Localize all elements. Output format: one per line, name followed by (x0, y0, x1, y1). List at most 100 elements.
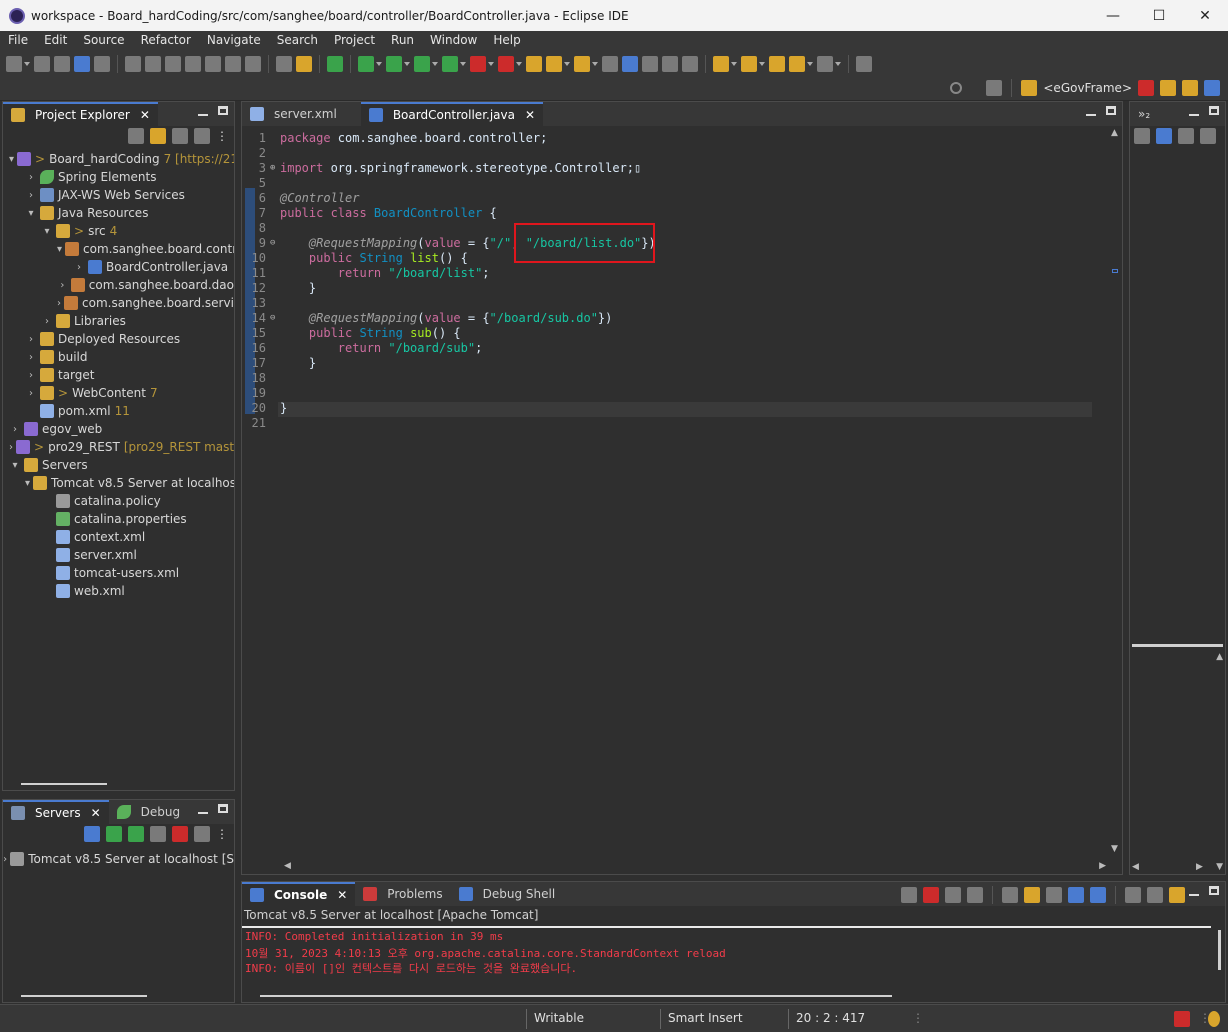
step-into-icon[interactable] (205, 56, 221, 72)
scroll-lock-icon[interactable] (1024, 887, 1040, 903)
expand-icon[interactable]: › (25, 190, 37, 201)
block-selection-icon[interactable] (662, 56, 678, 72)
terminal-icon[interactable] (74, 56, 90, 72)
debug-server-icon[interactable] (106, 826, 122, 842)
tree-item[interactable]: › target (3, 366, 234, 384)
code-line[interactable]: 16 return "/board/sub"; (242, 340, 483, 355)
use-step-filters-icon[interactable] (296, 56, 312, 72)
word-wrap-icon[interactable] (1046, 887, 1062, 903)
expand-icon[interactable]: › (41, 316, 53, 327)
code-line[interactable]: 11 return "/board/list"; (242, 265, 490, 280)
code-line[interactable]: 19 (242, 385, 280, 400)
tab-debug-shell[interactable]: Debug Shell (451, 882, 564, 906)
expand-icon[interactable]: › (25, 388, 37, 399)
tree-item[interactable]: › Spring Elements (3, 168, 234, 186)
minimize-icon[interactable] (1189, 894, 1199, 896)
save-all-icon[interactable] (54, 56, 70, 72)
search-icon[interactable] (950, 82, 963, 94)
tree-item[interactable]: tomcat-users.xml (3, 564, 234, 582)
minimize-icon[interactable] (198, 114, 208, 116)
expand-icon[interactable]: ▾ (41, 226, 53, 237)
minimize-icon[interactable] (1086, 114, 1096, 116)
next-annotation-icon[interactable] (713, 56, 729, 72)
tab-problems[interactable]: Problems (355, 882, 450, 906)
tree-item[interactable]: catalina.properties (3, 510, 234, 528)
server-row[interactable]: › Tomcat v8.5 Server at localhost [S (3, 850, 234, 868)
stop-server-icon[interactable] (172, 826, 188, 842)
focus-icon[interactable] (194, 128, 210, 144)
breadcrumb-icon[interactable] (642, 56, 658, 72)
menu-file[interactable]: File (0, 33, 36, 47)
previous-annotation-icon[interactable] (741, 56, 757, 72)
expand-icon[interactable]: › (9, 424, 21, 435)
expand-icon[interactable]: › (25, 334, 37, 345)
menu-edit[interactable]: Edit (36, 33, 75, 47)
code-editor[interactable]: 1 package com.sanghee.board.controller; 2 3… (242, 126, 1122, 856)
disconnect-icon[interactable] (185, 56, 201, 72)
close-button[interactable]: ✕ (1182, 0, 1228, 31)
menu-run[interactable]: Run (383, 33, 422, 47)
code-line[interactable]: 12 } (242, 280, 317, 295)
expand-icon[interactable]: ▾ (57, 244, 62, 255)
status-insert-mode[interactable]: Smart Insert (668, 1011, 743, 1025)
code-line[interactable]: 15 public String sub() { (242, 325, 461, 340)
maximize-icon[interactable] (1209, 106, 1219, 115)
vertical-scrollbar[interactable]: ▲ ▼ (1108, 126, 1122, 856)
perspective-label[interactable]: <eGovFrame> (1043, 81, 1132, 95)
code-line[interactable]: 5 (242, 175, 280, 190)
tree-item[interactable]: ▾ > src 4 (3, 222, 234, 240)
expand-icon[interactable]: › (25, 172, 37, 183)
open-perspective-icon[interactable] (986, 80, 1003, 96)
show-stdout-icon[interactable] (1068, 887, 1084, 903)
tree-item[interactable]: › JAX-WS Web Services (3, 186, 234, 204)
publish-icon[interactable] (194, 826, 210, 842)
last-edit-icon[interactable] (769, 56, 785, 72)
maximize-icon[interactable] (218, 804, 228, 813)
mark-occurrences-icon[interactable] (622, 56, 638, 72)
tree-item[interactable]: › >pro29_REST[pro29_REST master] (3, 438, 234, 456)
menu-search[interactable]: Search (269, 33, 326, 47)
tab-project-explorer[interactable]: Project Explorer ✕ (3, 102, 158, 126)
deploy-icon[interactable] (498, 56, 514, 72)
close-icon[interactable]: ✕ (91, 806, 101, 820)
sync-icon[interactable] (1156, 128, 1172, 144)
filter-icon[interactable] (172, 128, 188, 144)
new-icon[interactable] (6, 56, 22, 72)
run-icon[interactable] (386, 56, 402, 72)
expand-icon[interactable]: › (57, 298, 61, 309)
expand-icon[interactable]: ▾ (9, 154, 14, 165)
notifications-icon[interactable] (1174, 1011, 1190, 1027)
menu-navigate[interactable]: Navigate (199, 33, 269, 47)
window-icon[interactable] (1178, 128, 1194, 144)
code-line[interactable]: 21 (242, 415, 280, 430)
menu-project[interactable]: Project (326, 33, 383, 47)
tab-servers[interactable]: Servers ✕ (3, 800, 109, 824)
expand-icon[interactable]: › (25, 370, 37, 381)
terminate-icon[interactable] (923, 887, 939, 903)
view-menu-icon[interactable]: ⋮ (216, 827, 228, 841)
code-line[interactable]: 14 ⊖ @RequestMapping(value = {"/board/sub… (242, 310, 613, 325)
tree-item[interactable]: web.xml (3, 582, 234, 600)
minimize-icon[interactable] (1189, 114, 1199, 116)
tree-item[interactable]: server.xml (3, 546, 234, 564)
code-line[interactable]: 18 (242, 370, 280, 385)
tree-item[interactable]: ▾ Tomcat v8.5 Server at localhost- (3, 474, 234, 492)
close-icon[interactable]: ✕ (525, 108, 535, 122)
remove-all-icon[interactable] (967, 887, 983, 903)
minimize-view-icon[interactable] (1200, 128, 1216, 144)
pin-console-icon[interactable] (1125, 887, 1141, 903)
horizontal-scrollbar[interactable]: ◀ ▶ (282, 860, 1108, 874)
tree-item[interactable]: ▾ >Board_hardCoding7 [https://218 (3, 150, 234, 168)
code-line[interactable]: 13 (242, 295, 280, 310)
clear-console-icon[interactable] (1002, 887, 1018, 903)
maximize-icon[interactable] (1209, 886, 1219, 895)
close-icon[interactable]: ✕ (337, 888, 347, 902)
code-line[interactable]: 6 @Controller (242, 190, 360, 205)
resume-icon[interactable] (125, 56, 141, 72)
skip-breakpoints-icon[interactable] (94, 56, 110, 72)
step-over-icon[interactable] (225, 56, 241, 72)
menu-source[interactable]: Source (75, 33, 132, 47)
outline-icon[interactable] (1134, 128, 1150, 144)
menu-window[interactable]: Window (422, 33, 485, 47)
forward-icon[interactable] (817, 56, 833, 72)
